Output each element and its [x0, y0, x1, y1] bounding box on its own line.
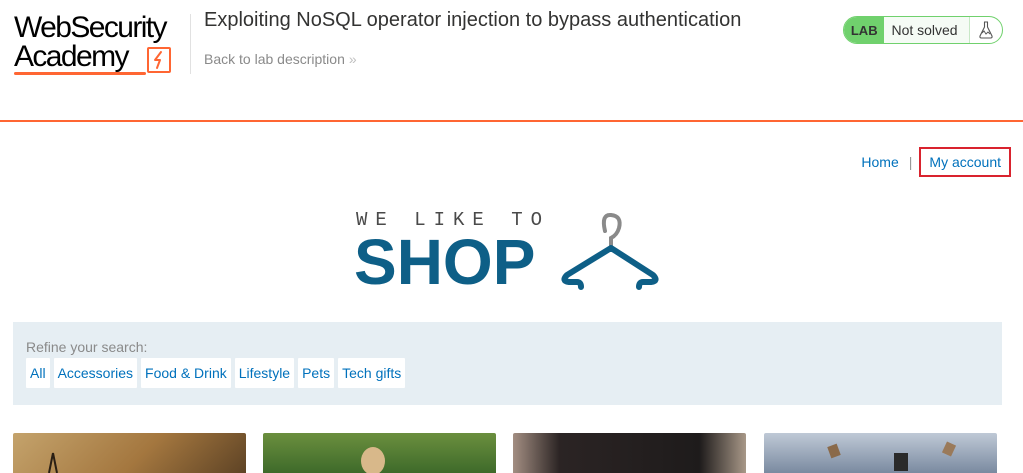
lab-badge: LAB [844, 17, 885, 43]
top-navigation: Home | My account [861, 147, 1011, 177]
product-image-detail [827, 441, 957, 471]
header-divider [190, 14, 191, 74]
filter-chip-tech-gifts[interactable]: Tech gifts [338, 358, 406, 388]
flask-icon[interactable] [969, 17, 1002, 43]
logo-line-2: Academy [14, 40, 129, 73]
logo-bolt-icon [147, 47, 171, 73]
category-filter-list: All Accessories Food & Drink Lifestyle P… [26, 358, 406, 388]
product-card-image[interactable] [263, 433, 496, 473]
web-security-academy-logo[interactable]: WebSecurity Academy [14, 12, 189, 80]
filter-caption: Refine your search: [26, 339, 148, 355]
filter-chip-all[interactable]: All [26, 358, 50, 388]
double-chevron-right-icon: » [348, 51, 357, 67]
product-image-detail [48, 452, 58, 473]
nav-home-link[interactable]: Home [861, 154, 898, 170]
product-image-detail [361, 447, 385, 473]
header-rule [0, 120, 1023, 122]
lab-title: Exploiting NoSQL operator injection to b… [204, 9, 742, 31]
lab-status-text: Not solved [884, 17, 970, 43]
filter-chip-accessories[interactable]: Accessories [53, 358, 138, 388]
filter-chip-lifestyle[interactable]: Lifestyle [234, 358, 295, 388]
product-card-image[interactable] [513, 433, 746, 473]
shop-logo-wordmark: SHOP [354, 226, 536, 298]
back-to-description-link[interactable]: Back to lab description» [204, 51, 357, 67]
lab-status-widget[interactable]: LAB Not solved [843, 16, 1003, 44]
hanger-icon [561, 212, 659, 290]
back-link-label: Back to lab description [204, 51, 345, 67]
nav-my-account-link[interactable]: My account [919, 147, 1011, 177]
product-grid [13, 433, 1002, 473]
search-filter-panel: Refine your search: All Accessories Food… [13, 322, 1002, 405]
lab-header: WebSecurity Academy Exploiting NoSQL ope… [0, 0, 1023, 122]
filter-chip-pets[interactable]: Pets [298, 358, 335, 388]
product-card-image[interactable] [764, 433, 997, 473]
filter-chip-food-drink[interactable]: Food & Drink [141, 358, 231, 388]
logo-line-1: WebSecurity [14, 11, 168, 44]
shop-logo: WE LIKE TO SHOP [354, 207, 664, 297]
logo-underline [14, 72, 146, 75]
product-card-image[interactable] [13, 433, 246, 473]
nav-separator: | [908, 154, 913, 170]
